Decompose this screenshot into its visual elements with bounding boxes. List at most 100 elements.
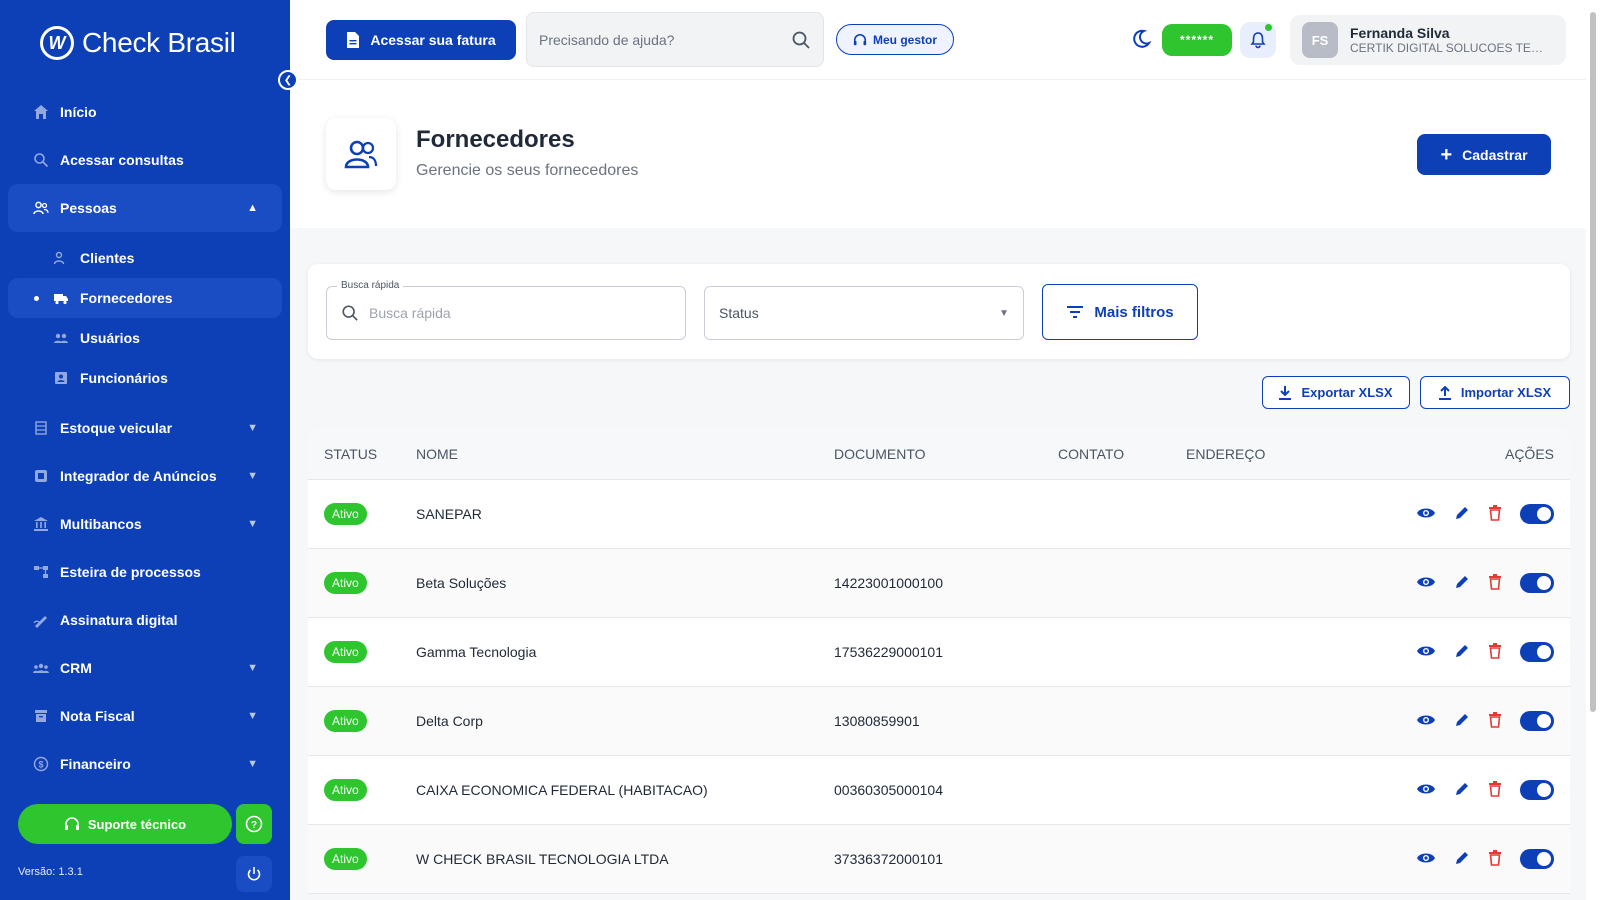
masked-balance[interactable]: ******	[1162, 24, 1232, 56]
user-menu[interactable]: FS Fernanda Silva CERTIK DIGITAL SOLUCOE…	[1290, 15, 1566, 65]
caret-down-icon: ▼	[999, 307, 1009, 319]
active-toggle[interactable]	[1520, 504, 1554, 524]
active-toggle[interactable]	[1520, 573, 1554, 593]
column-header-status[interactable]: STATUS	[308, 446, 416, 462]
sidebar-item-pessoas[interactable]: Pessoas ▲	[8, 184, 282, 232]
sidebar-item-multibancos[interactable]: Multibancos ▼	[8, 500, 282, 548]
help-button[interactable]: ?	[236, 804, 272, 844]
view-icon[interactable]	[1416, 644, 1436, 661]
sidebar-item-consultas[interactable]: Acessar consultas	[8, 136, 282, 184]
view-icon[interactable]	[1416, 782, 1436, 799]
sidebar-item-estoque[interactable]: Estoque veicular ▼	[8, 404, 282, 452]
sidebar-subitem-usuarios[interactable]: Usuários	[8, 318, 282, 358]
table-row[interactable]: Ativo Gamma Tecnologia 17536229000101	[308, 618, 1570, 687]
table-row[interactable]: Ativo W CHECK BRASIL TECNOLOGIA LTDA 37336…	[308, 825, 1570, 894]
sidebar-subitem-label: Clientes	[80, 250, 135, 266]
status-badge: Ativo	[324, 572, 367, 594]
column-header-documento[interactable]: DOCUMENTO	[834, 446, 1058, 462]
view-icon[interactable]	[1416, 713, 1436, 730]
sidebar-item-nota-fiscal[interactable]: Nota Fiscal ▼	[8, 692, 282, 740]
view-icon[interactable]	[1416, 851, 1436, 868]
moon-icon[interactable]	[1130, 28, 1152, 55]
active-toggle[interactable]	[1520, 780, 1554, 800]
status-badge: Ativo	[324, 710, 367, 732]
edit-icon[interactable]	[1454, 850, 1470, 869]
status-badge: Ativo	[324, 848, 367, 870]
sidebar-subitem-label: Funcionários	[80, 370, 168, 386]
edit-icon[interactable]	[1454, 643, 1470, 662]
delete-icon[interactable]	[1488, 504, 1502, 524]
suppliers-icon	[326, 118, 396, 190]
column-header-acoes: AÇÕES	[1504, 445, 1554, 462]
delete-icon[interactable]	[1488, 711, 1502, 731]
sidebar-item-crm[interactable]: CRM ▼	[8, 644, 282, 692]
finance-icon: $	[32, 755, 50, 773]
column-header-contato[interactable]: CONTATO	[1058, 446, 1186, 462]
help-search	[526, 12, 824, 67]
sidebar-item-inicio[interactable]: Início	[8, 88, 282, 136]
sidebar-subitem-funcionarios[interactable]: Funcionários	[8, 358, 282, 398]
edit-icon[interactable]	[1454, 781, 1470, 800]
edit-icon[interactable]	[1454, 712, 1470, 731]
sidebar-subitem-fornecedores[interactable]: Fornecedores	[8, 278, 282, 318]
headset-icon	[853, 33, 867, 45]
scrollbar[interactable]	[1586, 0, 1600, 900]
more-filters-button[interactable]: Mais filtros	[1042, 284, 1198, 340]
active-toggle[interactable]	[1520, 642, 1554, 662]
support-button[interactable]: Suporte técnico	[18, 804, 232, 844]
sidebar-item-label: Estoque veicular	[60, 420, 173, 436]
export-xlsx-button[interactable]: Exportar XLSX	[1262, 376, 1410, 409]
more-filters-label: Mais filtros	[1094, 303, 1174, 321]
actions-cell	[1416, 849, 1570, 869]
invoice-button[interactable]: Acessar sua fatura	[326, 20, 516, 60]
table-row[interactable]: Ativo Beta Soluções 14223001000100	[308, 549, 1570, 618]
help-search-input[interactable]	[539, 31, 791, 48]
nome-cell: CAIXA ECONOMICA FEDERAL (HABITACAO)	[416, 782, 708, 798]
sidebar-item-label: Financeiro	[60, 756, 131, 772]
status-select[interactable]: Status ▼	[704, 286, 1024, 340]
delete-icon[interactable]	[1488, 642, 1502, 662]
sidebar-item-financeiro[interactable]: $ Financeiro ▼	[8, 740, 282, 788]
search-icon[interactable]	[791, 30, 811, 50]
edit-icon[interactable]	[1454, 574, 1470, 593]
column-header-endereco[interactable]: ENDEREÇO	[1186, 446, 1416, 462]
brand-logo[interactable]: W Check Brasil	[40, 26, 236, 60]
view-icon[interactable]	[1416, 506, 1436, 523]
actions-cell	[1416, 711, 1570, 731]
manager-button[interactable]: Meu gestor	[836, 24, 954, 55]
delete-icon[interactable]	[1488, 573, 1502, 593]
import-label: Importar XLSX	[1460, 385, 1552, 400]
scrollbar-thumb[interactable]	[1590, 12, 1596, 712]
sidebar-item-label: Acessar consultas	[60, 152, 184, 168]
table-row[interactable]: Ativo SANEPAR	[308, 480, 1570, 549]
badge-icon	[52, 369, 70, 387]
user-name: Fernanda Silva	[1350, 25, 1450, 41]
status-cell: Ativo	[308, 503, 416, 525]
logout-button[interactable]	[236, 856, 272, 892]
column-header-nome[interactable]: NOME	[416, 446, 834, 462]
create-button[interactable]: + Cadastrar	[1417, 134, 1551, 175]
nome-cell: Beta Soluções	[416, 575, 507, 591]
delete-icon[interactable]	[1488, 780, 1502, 800]
active-toggle[interactable]	[1520, 711, 1554, 731]
sidebar-item-assinatura[interactable]: Assinatura digital	[8, 596, 282, 644]
table-row[interactable]: Ativo CAIXA ECONOMICA FEDERAL (HABITACAO)…	[308, 756, 1570, 825]
invoice-icon	[32, 707, 50, 725]
delete-icon[interactable]	[1488, 849, 1502, 869]
view-icon[interactable]	[1416, 575, 1436, 592]
sidebar-subitem-clientes[interactable]: Clientes	[8, 238, 282, 278]
quick-search-input[interactable]	[369, 305, 671, 321]
status-badge: Ativo	[324, 503, 367, 525]
sidebar-item-label: Integrador de Anúncios	[60, 468, 217, 484]
import-xlsx-button[interactable]: Importar XLSX	[1420, 376, 1570, 409]
sidebar-item-esteira[interactable]: Esteira de processos	[8, 548, 282, 596]
edit-icon[interactable]	[1454, 505, 1470, 524]
nome-cell: Delta Corp	[416, 713, 483, 729]
sidebar-collapse-button[interactable]: ❮	[278, 70, 298, 90]
table-row[interactable]: Ativo Delta Corp 13080859901	[308, 687, 1570, 756]
notifications-button[interactable]	[1240, 22, 1276, 58]
sidebar-item-integrador[interactable]: Integrador de Anúncios ▼	[8, 452, 282, 500]
nome-cell: SANEPAR	[416, 506, 482, 522]
active-toggle[interactable]	[1520, 849, 1554, 869]
documento-cell: 37336372000101	[834, 851, 944, 867]
